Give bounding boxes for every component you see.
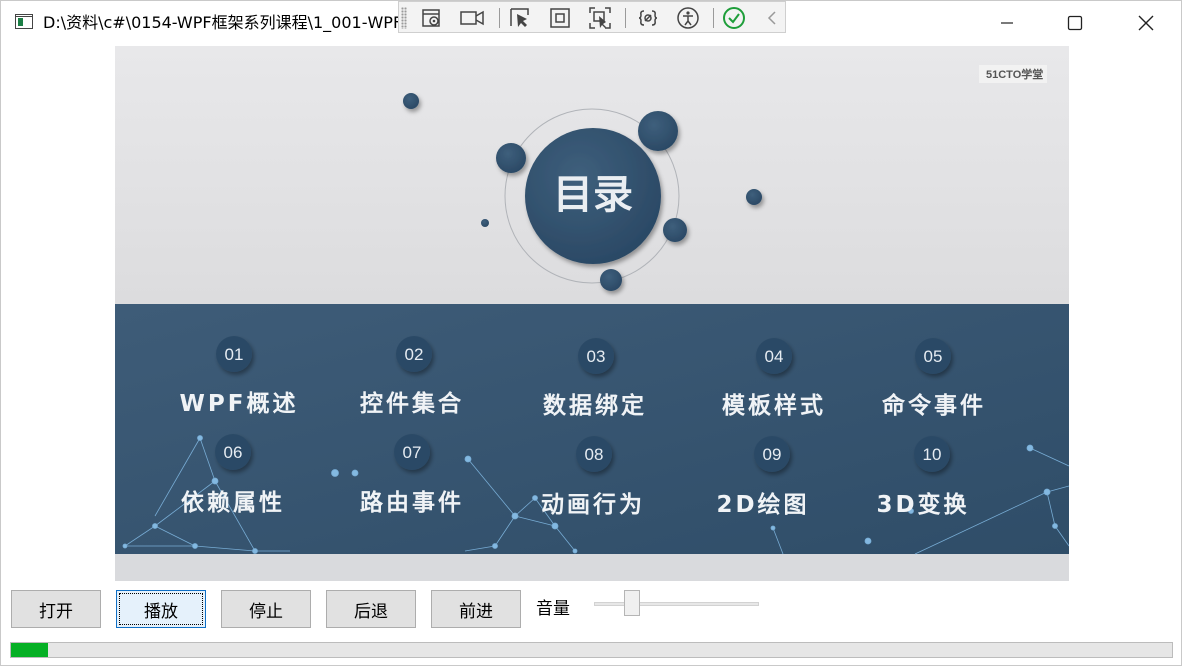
decor-bubble [638, 111, 678, 151]
item-label: 路由事件 [360, 489, 464, 516]
toolbar-grip[interactable] [401, 7, 407, 29]
wpf-debug-toolbar [398, 1, 786, 33]
pointer-icon[interactable] [507, 5, 533, 31]
item-label: 模板样式 [722, 392, 826, 419]
live-video-icon[interactable] [459, 5, 485, 31]
stop-button[interactable]: 停止 [221, 590, 311, 628]
toolbar-separator [625, 8, 626, 28]
item-number: 05 [924, 347, 943, 366]
check-icon[interactable] [721, 5, 747, 31]
slide-bottom-strip [115, 554, 1069, 581]
accessibility-icon[interactable] [675, 5, 701, 31]
back-button[interactable]: 后退 [326, 590, 416, 628]
close-button[interactable] [1111, 1, 1181, 45]
minimize-icon [1001, 22, 1013, 24]
volume-slider-thumb[interactable] [623, 590, 640, 616]
select-element-icon[interactable] [419, 5, 445, 31]
toolbar-separator [713, 8, 714, 28]
item-label: 3D变换 [876, 491, 969, 518]
decor-bubble [663, 218, 687, 242]
open-button[interactable]: 打开 [11, 590, 101, 628]
item-label: 动画行为 [541, 491, 645, 518]
item-label: 数据绑定 [543, 392, 647, 419]
item-label: 依赖属性 [181, 489, 285, 516]
slide-heading: 目录 [553, 172, 633, 218]
forward-button[interactable]: 前进 [431, 590, 521, 628]
item-number: 08 [585, 445, 604, 464]
item-number: 09 [763, 445, 782, 464]
watermark-text: 51CTO学堂 [986, 67, 1043, 81]
video-area[interactable]: 51CTO学堂 目录 01 WPF概述 02 控件集合 03 数据绑定 04 模… [115, 46, 1069, 581]
decor-bubble [403, 93, 419, 109]
toolbar-separator [499, 8, 500, 28]
binding-failures-icon[interactable] [635, 5, 661, 31]
item-number: 07 [403, 443, 422, 462]
controls-bar: 打开 播放 停止 后退 前进 音量 [1, 589, 1181, 629]
item-label: 控件集合 [360, 390, 464, 417]
item-label: WPF概述 [180, 391, 299, 417]
volume-slider[interactable] [594, 602, 759, 606]
playback-progress[interactable] [10, 642, 1173, 658]
item-label: 2D绘图 [716, 491, 809, 518]
play-button[interactable]: 播放 [116, 590, 206, 628]
decor-bubble [600, 269, 622, 291]
item-label: 命令事件 [882, 392, 986, 419]
collapse-icon[interactable] [759, 5, 785, 31]
app-icon [15, 14, 33, 29]
minimize-button[interactable] [972, 1, 1042, 45]
window-title: D:\资料\c#\0154-WPF框架系列课程\1_001-WPF框架系列课程-… [43, 13, 399, 32]
maximize-icon [1067, 15, 1083, 31]
item-number: 06 [224, 443, 243, 462]
track-focus-icon[interactable] [587, 5, 613, 31]
item-number: 10 [923, 445, 942, 464]
close-icon [1138, 15, 1154, 31]
maximize-button[interactable] [1040, 1, 1110, 45]
video-frame: 51CTO学堂 目录 01 WPF概述 02 控件集合 03 数据绑定 04 模… [115, 46, 1069, 581]
title-bar[interactable]: D:\资料\c#\0154-WPF框架系列课程\1_001-WPF框架系列课程-… [1, 1, 1181, 45]
media-player-window: D:\资料\c#\0154-WPF框架系列课程\1_001-WPF框架系列课程-… [0, 0, 1182, 666]
item-number: 02 [405, 345, 424, 364]
item-number: 03 [587, 347, 606, 366]
decor-bubble [481, 219, 489, 227]
bounds-icon[interactable] [547, 5, 573, 31]
decor-bubble [746, 189, 762, 205]
playback-progress-fill [11, 643, 49, 657]
volume-label: 音量 [536, 599, 570, 619]
item-number: 01 [225, 345, 244, 364]
item-number: 04 [765, 347, 784, 366]
decor-bubble [496, 143, 526, 173]
